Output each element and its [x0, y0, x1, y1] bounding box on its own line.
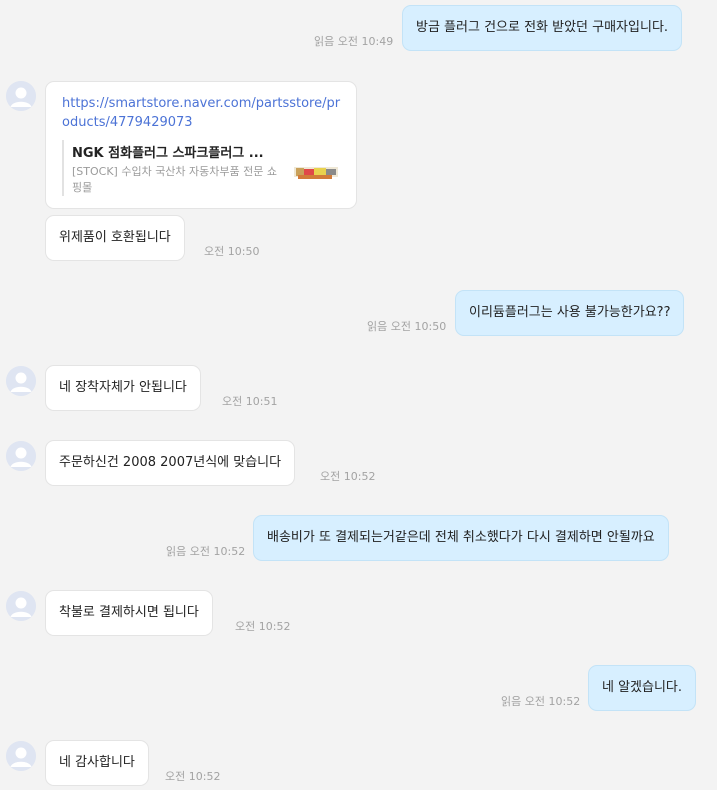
message-text: 배송비가 또 결제되는거같은데 전체 취소했다가 다시 결제하면 안될까요 — [267, 530, 655, 545]
incoming-message[interactable]: 주문하신건 2008 2007년식에 맞습니다 — [45, 440, 296, 486]
incoming-message[interactable]: 착불로 결제하시면 됩니다 — [45, 590, 213, 636]
message-time: 오전 10:52 — [165, 770, 221, 783]
read-receipt: 읽음 — [501, 695, 522, 708]
person-icon — [6, 81, 36, 111]
incoming-message[interactable]: 네 장착자체가 안됩니다 — [45, 365, 201, 411]
avatar[interactable] — [6, 741, 36, 771]
read-receipt: 읽음 — [314, 35, 335, 48]
message-time: 오전 10:50 — [390, 320, 447, 333]
preview-title: NGK 점화플러그 스파크플러그 ... — [72, 146, 264, 161]
outgoing-message[interactable]: 방금 플러그 건으로 전화 받았던 구매자입니다. — [402, 5, 683, 51]
outgoing-message[interactable]: 이리듐플러그는 사용 불가능한가요?? — [455, 290, 685, 336]
message-time: 오전 10:52 — [524, 695, 581, 708]
link-preview[interactable]: NGK 점화플러그 스파크플러그 ... [STOCK] 수입차 국산차 자동차… — [62, 140, 344, 196]
product-link[interactable]: https://smartstore.naver.com/partsstore/… — [62, 94, 346, 132]
preview-description: [STOCK] 수입차 국산차 자동차부품 전문 쇼핑몰 — [72, 165, 277, 194]
message-text: 네 장착자체가 안됩니다 — [59, 380, 187, 395]
link-preview-card[interactable]: https://smartstore.naver.com/partsstore/… — [45, 81, 357, 209]
message-text: 이리듐플러그는 사용 불가능한가요?? — [469, 305, 671, 320]
message-text: 위제품이 호환됩니다 — [59, 230, 171, 245]
message-text: 네 감사합니다 — [59, 755, 135, 770]
message-text: 네 알겠습니다. — [602, 680, 683, 695]
message-time: 오전 10:52 — [189, 545, 246, 558]
message-text: 방금 플러그 건으로 전화 받았던 구매자입니다. — [416, 20, 669, 35]
product-thumbnail — [294, 167, 338, 179]
incoming-message[interactable]: 위제품이 호환됩니다 — [45, 215, 185, 261]
outgoing-message[interactable]: 배송비가 또 결제되는거같은데 전체 취소했다가 다시 결제하면 안될까요 — [253, 515, 669, 561]
message-time: 오전 10:49 — [337, 35, 394, 48]
message-meta: 읽음 오전 10:49 — [314, 33, 393, 49]
avatar[interactable] — [6, 81, 36, 111]
person-icon — [6, 366, 36, 396]
read-receipt: 읽음 — [367, 320, 388, 333]
message-meta: 읽음 오전 10:50 — [367, 318, 446, 334]
message-time: 오전 10:52 — [320, 470, 376, 483]
message-time: 오전 10:51 — [222, 395, 278, 408]
message-time: 오전 10:50 — [204, 245, 260, 258]
outgoing-message[interactable]: 네 알겠습니다. — [588, 665, 697, 711]
person-icon — [6, 741, 36, 771]
message-meta: 읽음 오전 10:52 — [166, 543, 245, 559]
message-time: 오전 10:52 — [235, 620, 291, 633]
person-icon — [6, 591, 36, 621]
avatar[interactable] — [6, 441, 36, 471]
person-icon — [6, 441, 36, 471]
read-receipt: 읽음 — [166, 545, 187, 558]
message-meta: 읽음 오전 10:52 — [501, 693, 580, 709]
message-text: 착불로 결제하시면 됩니다 — [59, 605, 199, 620]
incoming-message[interactable]: 네 감사합니다 — [45, 740, 149, 786]
avatar[interactable] — [6, 366, 36, 396]
message-text: 주문하신건 2008 2007년식에 맞습니다 — [59, 455, 282, 470]
avatar[interactable] — [6, 591, 36, 621]
